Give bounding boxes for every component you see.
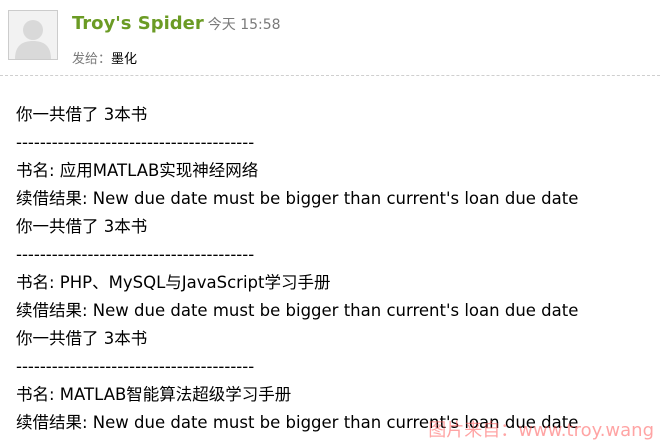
watermark: 图片来自：www.troy.wang — [428, 420, 654, 441]
book-title: 书名: 应用MATLAB实现神经网络 — [16, 161, 259, 180]
loan-total: 你一共借了 3本书 — [16, 217, 148, 236]
recipient-line: 发给：墨化 — [72, 48, 137, 67]
renewal-result: 续借结果: New due date must be bigger than c… — [16, 189, 579, 208]
separator: ---------------------------------------- — [16, 357, 255, 376]
sender-line: Troy's Spider 今天 15:58 — [72, 13, 281, 34]
separator: ---------------------------------------- — [16, 133, 255, 152]
sender-name[interactable]: Troy's Spider — [72, 13, 204, 34]
send-time: 今天 15:58 — [207, 17, 281, 33]
recipient-name[interactable]: 墨化 — [111, 52, 137, 67]
avatar[interactable] — [8, 10, 58, 60]
renewal-block: 你一共借了 3本书 ------------------------------… — [16, 101, 660, 213]
default-user-avatar-icon — [9, 11, 57, 59]
renewal-block: 你一共借了 3本书 ------------------------------… — [16, 213, 660, 325]
book-title: 书名: PHP、MySQL与JavaScript学习手册 — [16, 273, 331, 292]
book-title: 书名: MATLAB智能算法超级学习手册 — [16, 385, 292, 404]
message-body: 你一共借了 3本书 ------------------------------… — [16, 101, 660, 437]
loan-total: 你一共借了 3本书 — [16, 105, 148, 124]
message-header: Troy's Spider 今天 15:58 发给：墨化 — [0, 0, 660, 76]
renewal-result: 续借结果: New due date must be bigger than c… — [16, 301, 579, 320]
loan-total: 你一共借了 3本书 — [16, 329, 148, 348]
separator: ---------------------------------------- — [16, 245, 255, 264]
recipient-label: 发给： — [72, 52, 112, 67]
